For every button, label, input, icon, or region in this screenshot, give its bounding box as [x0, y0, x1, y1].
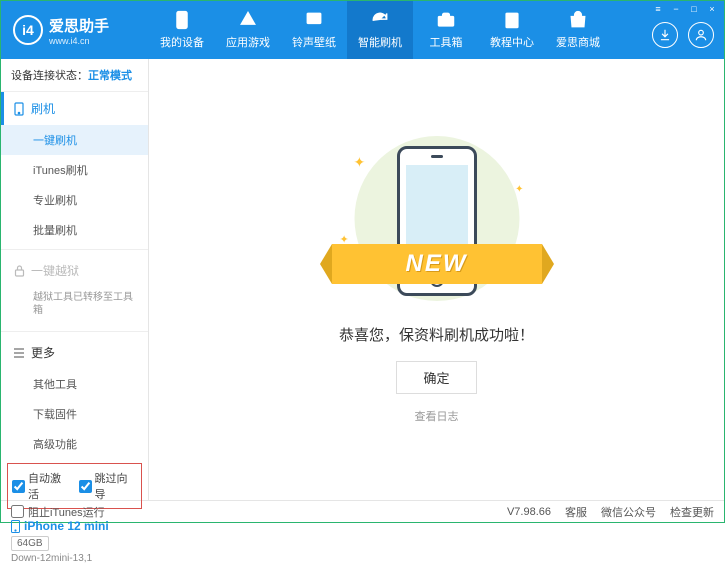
- device-info: iPhone 12 mini 64GB Down-12mini-13,1: [1, 513, 148, 570]
- device-name[interactable]: iPhone 12 mini: [11, 519, 138, 533]
- nav-toolbox[interactable]: 工具箱: [413, 1, 479, 59]
- group-more-label: 更多: [31, 344, 55, 361]
- options-box: 自动激活 跳过向导: [7, 463, 142, 509]
- group-jailbreak-label: 一键越狱: [31, 262, 79, 279]
- logo-icon: i4: [13, 15, 43, 45]
- skip-wizard-checkbox[interactable]: 跳过向导: [79, 470, 138, 502]
- phone-icon: [172, 10, 192, 30]
- success-illustration: ✦ ✦ ✦ NEW: [332, 136, 542, 306]
- toolbox-icon: [436, 10, 456, 30]
- download-icon[interactable]: [652, 22, 678, 48]
- sidebar: 设备连接状态：正常模式 刷机 一键刷机iTunes刷机专业刷机批量刷机 一键越狱…: [1, 59, 149, 500]
- success-message: 恭喜您，保资料刷机成功啦！: [339, 324, 534, 345]
- list-icon: [13, 347, 25, 359]
- conn-mode: 正常模式: [88, 70, 132, 82]
- wechat-link[interactable]: 微信公众号: [601, 504, 656, 520]
- block-itunes-checkbox[interactable]: 阻止iTunes运行: [11, 504, 105, 520]
- sidebar-item[interactable]: 一键刷机: [1, 125, 148, 155]
- sidebar-item[interactable]: 专业刷机: [1, 185, 148, 215]
- nav-music[interactable]: 铃声壁纸: [281, 1, 347, 59]
- lock-icon: [13, 265, 25, 277]
- sidebar-item[interactable]: 高级功能: [1, 429, 148, 459]
- main-nav: 我的设备应用游戏铃声壁纸智能刷机工具箱教程中心爱思商城: [149, 1, 611, 59]
- book-icon: [502, 10, 522, 30]
- nav-refresh[interactable]: 智能刷机: [347, 1, 413, 59]
- conn-label: 设备连接状态：: [11, 70, 88, 82]
- device-version: Down-12mini-13,1: [11, 553, 138, 564]
- app-url: www.i4.cn: [49, 36, 109, 46]
- nav-book[interactable]: 教程中心: [479, 1, 545, 59]
- device-capacity: 64GB: [11, 536, 49, 551]
- app-header: ≡ − □ × i4 爱思助手 www.i4.cn 我的设备应用游戏铃声壁纸智能…: [1, 1, 724, 59]
- sidebar-group-flash[interactable]: 刷机: [1, 92, 148, 125]
- header-right: [652, 1, 714, 59]
- nav-phone[interactable]: 我的设备: [149, 1, 215, 59]
- jailbreak-note: 越狱工具已转移至工具箱: [1, 287, 148, 327]
- music-icon: [304, 10, 324, 30]
- sidebar-item[interactable]: 下载固件: [1, 399, 148, 429]
- connection-status: 设备连接状态：正常模式: [1, 59, 148, 92]
- nav-apps[interactable]: 应用游戏: [215, 1, 281, 59]
- sidebar-group-more[interactable]: 更多: [1, 336, 148, 369]
- sidebar-group-jailbreak: 一键越狱: [1, 254, 148, 287]
- sidebar-item[interactable]: iTunes刷机: [1, 155, 148, 185]
- auto-activate-checkbox[interactable]: 自动激活: [12, 470, 71, 502]
- main-content: ✦ ✦ ✦ NEW 恭喜您，保资料刷机成功啦！ 确定 查看日志: [149, 59, 724, 500]
- shop-icon: [568, 10, 588, 30]
- apps-icon: [238, 10, 258, 30]
- group-flash-label: 刷机: [31, 100, 55, 117]
- service-link[interactable]: 客服: [565, 504, 587, 520]
- sidebar-item[interactable]: 其他工具: [1, 369, 148, 399]
- version-label: V7.98.66: [507, 506, 551, 518]
- sidebar-item[interactable]: 批量刷机: [1, 215, 148, 245]
- user-icon[interactable]: [688, 22, 714, 48]
- update-link[interactable]: 检查更新: [670, 504, 714, 520]
- app-name: 爱思助手: [49, 15, 109, 36]
- nav-shop[interactable]: 爱思商城: [545, 1, 611, 59]
- new-banner: NEW: [332, 244, 542, 284]
- logo-area: i4 爱思助手 www.i4.cn: [1, 15, 149, 46]
- view-log-link[interactable]: 查看日志: [415, 408, 459, 424]
- refresh-icon: [370, 10, 390, 30]
- phone-icon: [13, 103, 25, 115]
- ok-button[interactable]: 确定: [396, 361, 476, 394]
